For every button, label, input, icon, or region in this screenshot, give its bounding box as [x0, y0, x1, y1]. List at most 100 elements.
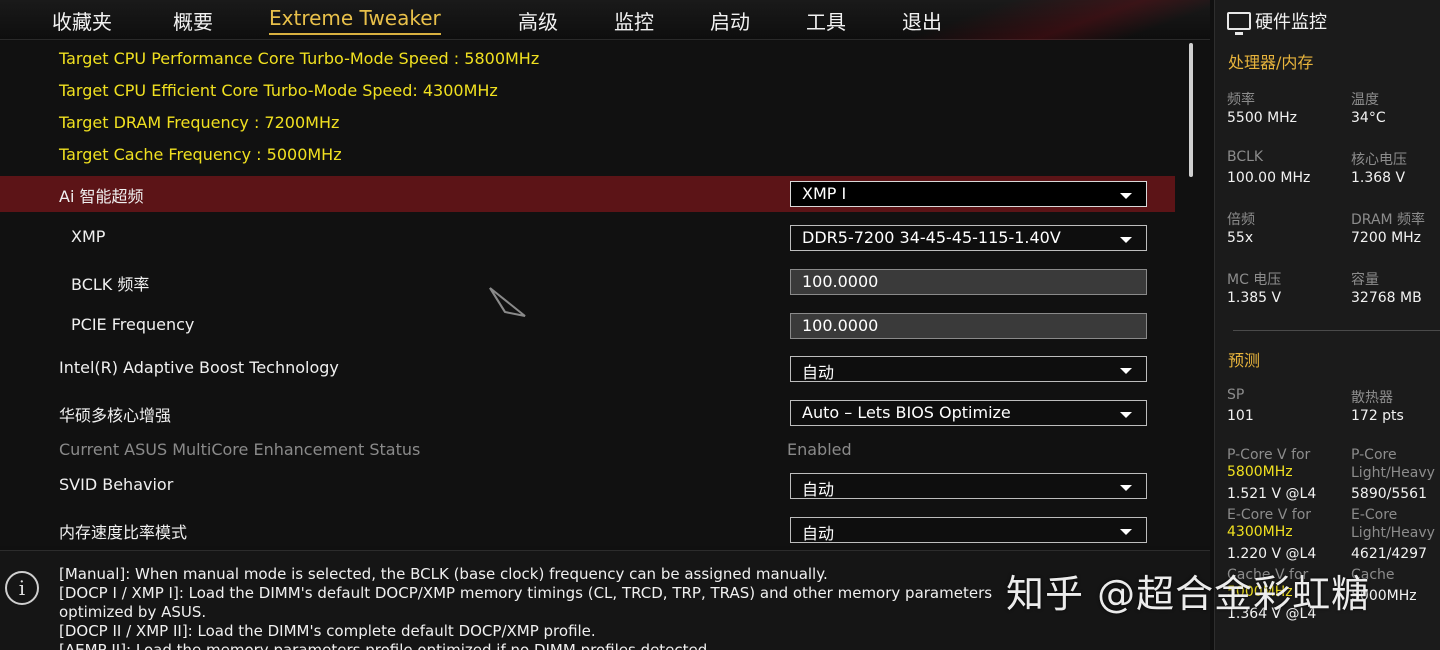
help-line: [DOCP II / XMP II]: Load the DIMM's comp… [59, 622, 596, 640]
ecore-v-value: 1.220 V @L4 [1227, 546, 1317, 562]
tab-tool[interactable]: 工具 [806, 6, 846, 35]
tab-exit[interactable]: 退出 [902, 6, 942, 35]
chevron-down-icon [1120, 485, 1132, 491]
pcore-v-freq: 5800MHz [1227, 464, 1293, 480]
setting-label: Intel(R) Adaptive Boost Technology [59, 358, 339, 377]
tab-extreme-tweaker[interactable]: Extreme Tweaker [269, 6, 441, 35]
metric-label: MC 电压 [1227, 272, 1282, 288]
setting-row-adaptive-boost[interactable]: Intel(R) Adaptive Boost Technology 自动 [0, 351, 1175, 387]
prediction-section-title: 预测 [1228, 351, 1261, 370]
chevron-down-icon [1120, 237, 1132, 243]
tab-main[interactable]: 概要 [173, 6, 213, 35]
setting-row-ai-overclock[interactable]: Ai 智能超频 XMP I [0, 176, 1175, 212]
chevron-down-icon [1120, 368, 1132, 374]
setting-row-memory-ratio-mode[interactable]: 内存速度比率模式 自动 [0, 512, 1175, 548]
dropdown-value: DDR5-7200 34-45-45-115-1.40V [802, 228, 1061, 247]
metric-value: 34°C [1351, 110, 1386, 126]
ecore-v-freq: 4300MHz [1227, 524, 1293, 540]
help-line: [Manual]: When manual mode is selected, … [59, 565, 828, 583]
ai-overclock-dropdown[interactable]: XMP I [790, 181, 1147, 207]
metric-value: 1.385 V [1227, 290, 1282, 306]
metric-value: 55x [1227, 230, 1254, 246]
setting-label: XMP [71, 227, 106, 246]
pcore-lh-label: P-Core [1351, 447, 1397, 463]
multicore-enhancement-dropdown[interactable]: Auto – Lets BIOS Optimize [790, 400, 1147, 426]
setting-row-bclk[interactable]: BCLK 频率 100.0000 [0, 264, 1175, 300]
svid-behavior-dropdown[interactable]: 自动 [790, 473, 1147, 499]
info-icon: i [5, 571, 39, 605]
xmp-dropdown[interactable]: DDR5-7200 34-45-45-115-1.40V [790, 225, 1147, 251]
chevron-down-icon [1120, 412, 1132, 418]
setting-row-svid-behavior[interactable]: SVID Behavior 自动 [0, 468, 1175, 504]
metric-label: 倍频 [1227, 212, 1255, 228]
divider [1233, 330, 1440, 331]
hardware-monitor-panel: 硬件监控 处理器/内存 频率 5500 MHz 温度 34°C BCLK 100… [1214, 0, 1440, 650]
metric-label: 频率 [1227, 92, 1255, 108]
target-pcore-speed: Target CPU Performance Core Turbo-Mode S… [59, 49, 540, 68]
help-line: [AEMP II]: Load the memory parameters pr… [59, 641, 713, 650]
heatsink-value: 172 pts [1351, 408, 1404, 424]
heatsink-label: 散热器 [1351, 390, 1393, 406]
pcore-v-value: 1.521 V @L4 [1227, 486, 1317, 502]
pcore-lh-value: 5890/5561 [1351, 486, 1427, 502]
pcore-v-label: P-Core V for [1227, 447, 1311, 463]
help-line: [DOCP I / XMP I]: Load the DIMM's defaul… [59, 584, 993, 602]
top-navigation: 收藏夹 概要 Extreme Tweaker 高级 监控 启动 工具 退出 [0, 0, 1210, 40]
target-cache-frequency: Target Cache Frequency : 5000MHz [59, 145, 342, 164]
adaptive-boost-dropdown[interactable]: 自动 [790, 356, 1147, 382]
metric-value: 32768 MB [1351, 290, 1422, 306]
tab-boot[interactable]: 启动 [710, 6, 750, 35]
cpu-memory-section-title: 处理器/内存 [1228, 53, 1314, 72]
chevron-down-icon [1120, 529, 1132, 535]
setting-label: 华硕多核心增强 [59, 406, 172, 425]
setting-label: 内存速度比率模式 [59, 523, 188, 542]
dropdown-value: XMP I [802, 184, 847, 203]
setting-label: Ai 智能超频 [59, 187, 144, 206]
tab-advanced[interactable]: 高级 [518, 6, 558, 35]
setting-label: PCIE Frequency [71, 315, 195, 334]
setting-row-mce-status: Current ASUS MultiCore Enhancement Statu… [0, 433, 1175, 469]
dropdown-value: 自动 [802, 363, 835, 382]
chevron-down-icon [1120, 193, 1132, 199]
metric-label: 核心电压 [1351, 152, 1407, 168]
help-line: optimized by ASUS. [59, 603, 207, 621]
setting-row-multicore-enhancement[interactable]: 华硕多核心增强 Auto – Lets BIOS Optimize [0, 395, 1175, 431]
dropdown-value: Auto – Lets BIOS Optimize [802, 403, 1011, 422]
scrollbar[interactable] [1189, 43, 1193, 177]
hardware-monitor-title-text: 硬件监控 [1255, 12, 1327, 33]
ecore-v-label: E-Core V for [1227, 507, 1312, 523]
dropdown-value: 自动 [802, 480, 835, 499]
memory-ratio-mode-dropdown[interactable]: 自动 [790, 517, 1147, 543]
setting-row-xmp[interactable]: XMP DDR5-7200 34-45-45-115-1.40V [0, 220, 1175, 256]
metric-label: 容量 [1351, 272, 1379, 288]
mce-status-value: Enabled [787, 440, 852, 459]
metric-value: 5500 MHz [1227, 110, 1298, 126]
mouse-cursor-icon [489, 287, 526, 317]
settings-panel: Target CPU Performance Core Turbo-Mode S… [0, 41, 1210, 546]
tab-monitor[interactable]: 监控 [614, 6, 654, 35]
metric-label: BCLK [1227, 149, 1264, 165]
hardware-monitor-title: 硬件监控 [1227, 8, 1327, 35]
pcie-frequency-input[interactable]: 100.0000 [790, 313, 1147, 339]
metric-value: 7200 MHz [1351, 230, 1422, 246]
bclk-frequency-input[interactable]: 100.0000 [790, 269, 1147, 295]
ecore-lh-label: Light/Heavy [1351, 525, 1435, 541]
metric-label: DRAM 频率 [1351, 212, 1426, 228]
setting-label: Current ASUS MultiCore Enhancement Statu… [59, 440, 421, 459]
watermark: 知乎 @超合金彩虹糖 [1006, 572, 1371, 616]
ecore-lh-label: E-Core [1351, 507, 1398, 523]
sp-value: 101 [1227, 408, 1254, 424]
metric-value: 1.368 V [1351, 170, 1406, 186]
ecore-lh-value: 4621/4297 [1351, 546, 1427, 562]
setting-row-pcie-frequency[interactable]: PCIE Frequency 100.0000 [0, 308, 1175, 344]
metric-label: 温度 [1351, 92, 1379, 108]
dropdown-value: 自动 [802, 524, 835, 543]
target-ecore-speed: Target CPU Efficient Core Turbo-Mode Spe… [59, 81, 498, 100]
tab-favorites[interactable]: 收藏夹 [52, 6, 112, 35]
target-dram-frequency: Target DRAM Frequency : 7200MHz [59, 113, 340, 132]
sp-label: SP [1227, 387, 1245, 403]
setting-label: BCLK 频率 [71, 275, 150, 294]
pcore-lh-label: Light/Heavy [1351, 465, 1435, 481]
monitor-icon [1227, 12, 1251, 35]
metric-value: 100.00 MHz [1227, 170, 1311, 186]
